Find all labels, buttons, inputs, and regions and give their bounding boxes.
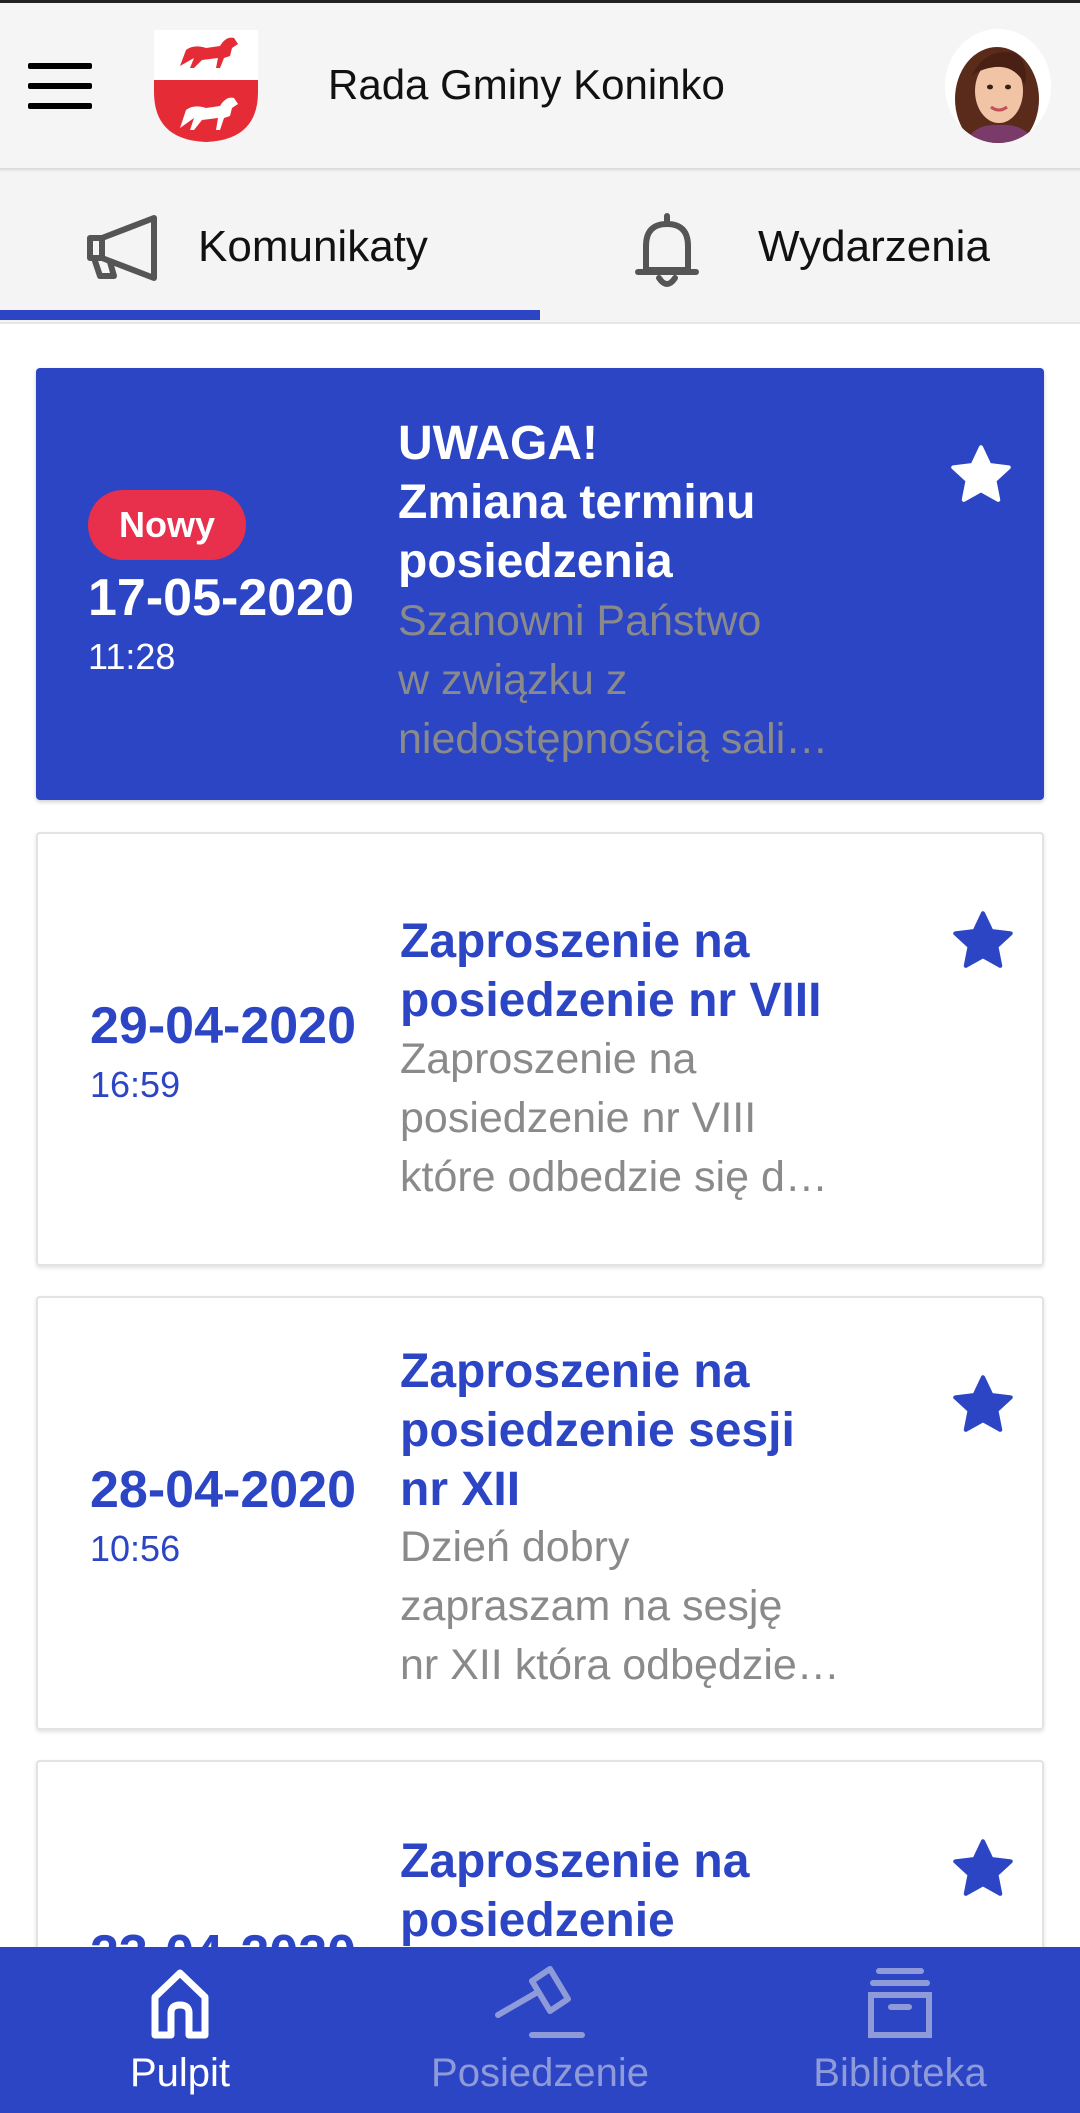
nav-biblioteka[interactable]: Biblioteka [720, 1947, 1080, 2113]
bell-icon [635, 213, 699, 287]
announcement-excerpt: Zaproszenie na posiedzenie nr VIII które… [400, 1035, 828, 1201]
announcement-card[interactable]: 29-04-2020 16:59 Zaproszenie na posiedze… [36, 832, 1044, 1266]
menu-icon[interactable] [28, 63, 94, 109]
favorite-star-icon[interactable] [948, 1834, 1018, 1904]
announcement-excerpt: Dzień dobry zapraszam na sesję nr XII kt… [400, 1523, 840, 1689]
gavel-icon [495, 1966, 585, 2038]
announcement-title: Zaproszenie na posiedzenie [400, 1835, 750, 1947]
nav-label: Posiedzenie [431, 2051, 649, 2095]
tab-wydarzenia[interactable]: Wydarzenia [540, 172, 1080, 322]
bottom-navigation: Pulpit Posiedzenie Biblioteka [0, 1947, 1080, 2113]
tab-label: Wydarzenia [758, 222, 990, 271]
announcement-date: 17-05-2020 [88, 569, 354, 627]
announcement-time: 16:59 [90, 1064, 181, 1105]
announcement-time: 10:56 [90, 1528, 181, 1569]
announcement-title: UWAGA! Zmiana terminu posiedzenia [398, 417, 756, 588]
tab-bar: Komunikaty Wydarzenia [0, 172, 1080, 322]
tab-komunikaty[interactable]: Komunikaty [0, 172, 540, 322]
nav-label: Pulpit [129, 2051, 231, 2095]
tabs-divider [0, 322, 1080, 324]
archive-icon [868, 1968, 932, 2038]
favorite-star-icon[interactable] [948, 1370, 1018, 1440]
coat-of-arms-logo [154, 30, 258, 142]
nav-label: Biblioteka [813, 2051, 987, 2095]
announcement-date: 29-04-2020 [90, 997, 356, 1055]
nav-posiedzenie[interactable]: Posiedzenie [360, 1947, 720, 2113]
home-icon [151, 1969, 209, 2039]
favorite-star-icon[interactable] [946, 440, 1016, 510]
announcement-card[interactable]: Nowy 17-05-2020 11:28 UWAGA! Zmiana term… [36, 368, 1044, 800]
announcement-time: 11:28 [88, 636, 176, 677]
announcement-card[interactable]: 28-04-2020 10:56 Zaproszenie na posiedze… [36, 1296, 1044, 1730]
app-header: Rada Gminy Koninko [0, 3, 1080, 168]
active-tab-indicator [0, 310, 540, 320]
announcement-title: Zaproszenie na posiedzenie nr VIII [400, 915, 822, 1027]
app-title: Rada Gminy Koninko [328, 61, 725, 108]
megaphone-icon [87, 215, 157, 281]
new-badge: Nowy [88, 490, 246, 560]
announcement-excerpt: Szanowni Państwo w związku z niedostępno… [398, 597, 829, 763]
announcement-date: 28-04-2020 [90, 1461, 356, 1519]
nav-pulpit[interactable]: Pulpit [0, 1947, 360, 2113]
user-avatar[interactable] [945, 29, 1051, 143]
tab-label: Komunikaty [198, 222, 428, 271]
favorite-star-icon[interactable] [948, 906, 1018, 976]
announcement-title: Zaproszenie na posiedzenie sesji nr XII [400, 1345, 795, 1516]
